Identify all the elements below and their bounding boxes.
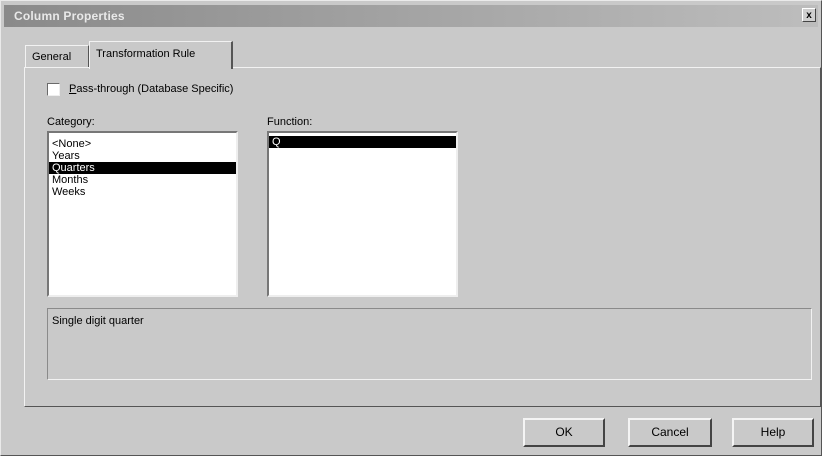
category-list-item[interactable]: <None>: [49, 138, 236, 150]
category-list-item[interactable]: Years: [49, 150, 236, 162]
close-button[interactable]: x: [802, 8, 816, 22]
function-label: Function:: [267, 116, 313, 128]
tab-general-label: General: [32, 51, 72, 63]
category-label: Category:: [47, 116, 95, 128]
passthrough-label[interactable]: Pass-through (Database Specific): [69, 83, 233, 95]
tab-transformation-rule-label: Transformation Rule: [96, 48, 196, 60]
ok-button[interactable]: OK: [523, 418, 605, 447]
passthrough-checkbox[interactable]: [47, 83, 60, 96]
column-properties-dialog: Column Properties x General Transformati…: [0, 0, 822, 456]
description-text: Single digit quarter: [52, 315, 144, 327]
category-listbox[interactable]: <None> Years Quarters Months Weeks: [47, 131, 238, 297]
function-listbox[interactable]: Q: [267, 131, 458, 297]
tab-transformation-rule[interactable]: Transformation Rule: [89, 41, 233, 69]
category-list-item[interactable]: Months: [49, 174, 236, 186]
tab-general[interactable]: General: [25, 45, 89, 67]
category-list-item[interactable]: Quarters: [49, 162, 236, 174]
dialog-title: Column Properties: [14, 9, 125, 23]
function-list-item[interactable]: Q: [269, 136, 456, 148]
help-button[interactable]: Help: [732, 418, 814, 447]
category-list-item[interactable]: Weeks: [49, 186, 236, 198]
title-bar[interactable]: Column Properties x: [4, 5, 818, 27]
cancel-button[interactable]: Cancel: [628, 418, 712, 447]
description-box: Single digit quarter: [47, 308, 812, 380]
